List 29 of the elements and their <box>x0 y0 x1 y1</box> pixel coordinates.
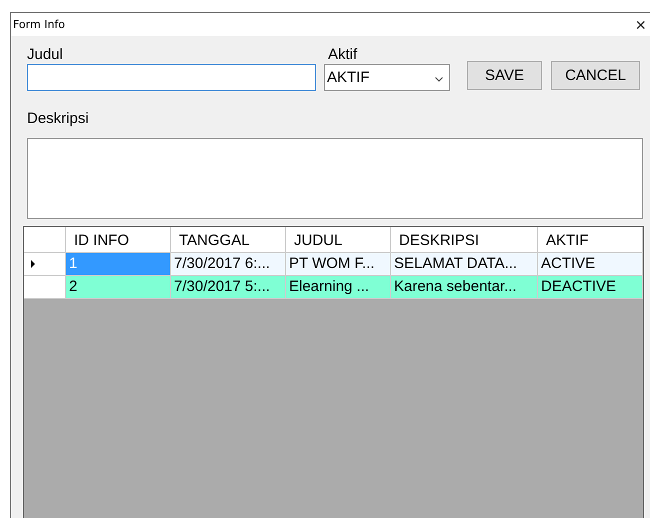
table-cell: ACTIVE <box>538 253 643 275</box>
column-header[interactable]: DESKRIPSI <box>391 227 538 252</box>
column-header[interactable]: ID INFO <box>66 227 171 252</box>
column-header[interactable]: TANGGAL <box>171 227 286 252</box>
table-cell: Elearning ... <box>286 276 391 298</box>
field-label: Aktif <box>327 46 358 64</box>
table-cell: 2 <box>66 276 171 298</box>
row-header[interactable] <box>24 253 66 275</box>
table-cell: 1 <box>66 253 171 275</box>
table-cell: 7/30/2017 5:... <box>171 276 286 298</box>
column-header[interactable]: AKTIF <box>538 227 643 252</box>
table-cell: 7/30/2017 6:... <box>171 253 286 275</box>
table-cell: SELAMAT DATA... <box>391 253 538 275</box>
form-button[interactable]: CANCEL <box>551 61 640 90</box>
dropdown[interactable]: AKTIF <box>324 64 450 91</box>
table-cell: PT WOM F... <box>286 253 391 275</box>
close-button[interactable]: × <box>631 14 650 34</box>
row-header[interactable] <box>24 276 66 298</box>
table-cell: Karena sebentar... <box>391 276 538 298</box>
column-header[interactable]: JUDUL <box>286 227 391 252</box>
table-cell: DEACTIVE <box>538 276 643 298</box>
window-title: Form Info <box>13 18 66 31</box>
caret-icon <box>435 76 443 82</box>
text-area[interactable] <box>27 138 643 219</box>
input-field[interactable] <box>27 64 316 91</box>
field-label: Deskripsi <box>27 110 90 128</box>
form-button[interactable]: SAVE <box>467 61 542 90</box>
row-pointer-icon <box>31 260 35 268</box>
field-label: Judul <box>27 46 64 64</box>
